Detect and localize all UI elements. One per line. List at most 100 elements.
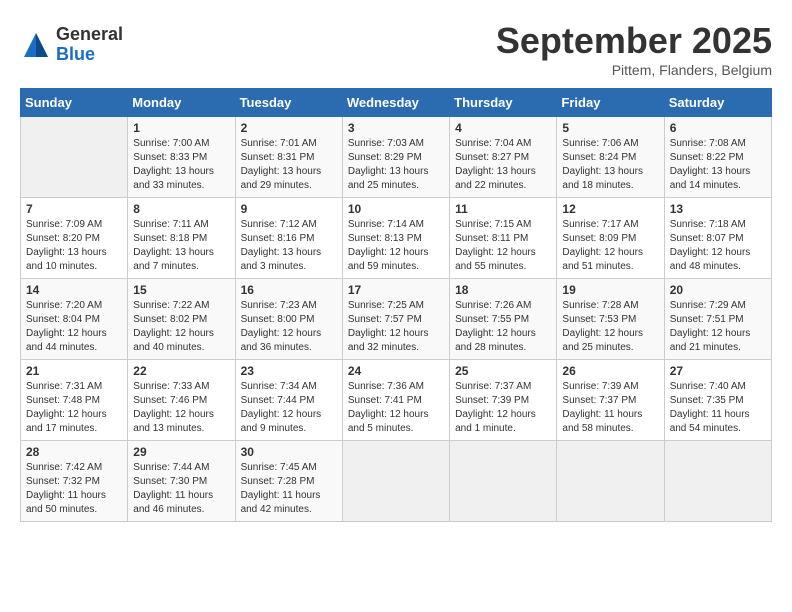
calendar-cell: 4 Sunrise: 7:04 AM Sunset: 8:27 PM Daylig… [450, 117, 557, 198]
calendar-cell: 29Sunrise: 7:44 AM Sunset: 7:30 PM Dayli… [128, 441, 235, 522]
day-number: 18 [455, 283, 551, 297]
day-number: 15 [133, 283, 229, 297]
day-info: Sunrise: 7:17 AM Sunset: 8:09 PM Dayligh… [562, 218, 658, 274]
calendar-cell [21, 117, 128, 198]
calendar-cell [450, 441, 557, 522]
calendar-week-3: 14Sunrise: 7:20 AM Sunset: 8:04 PM Dayli… [21, 279, 772, 360]
calendar-cell: 23Sunrise: 7:34 AM Sunset: 7:44 PM Dayli… [235, 360, 342, 441]
day-number: 10 [348, 202, 444, 216]
day-info: Sunrise: 7:04 AM Sunset: 8:27 PM Dayligh… [455, 137, 551, 193]
day-number: 27 [670, 364, 766, 378]
calendar-cell: 27 Sunrise: 7:40 AM Sunset: 7:35 PM Dayli… [664, 360, 771, 441]
day-info: Sunrise: 7:26 AM Sunset: 7:55 PM Dayligh… [455, 299, 551, 355]
day-number: 29 [133, 445, 229, 459]
calendar-cell [664, 441, 771, 522]
calendar-cell: 1 Sunrise: 7:00 AM Sunset: 8:33 PM Daylig… [128, 117, 235, 198]
day-info: Sunrise: 7:39 AM Sunset: 7:37 PM Dayligh… [562, 380, 658, 436]
day-info: Sunrise: 7:11 AM Sunset: 8:18 PM Dayligh… [133, 218, 229, 274]
page-header: General Blue September 2025 Pittem, Flan… [20, 20, 772, 78]
day-info: Sunrise: 7:29 AM Sunset: 7:51 PM Dayligh… [670, 299, 766, 355]
calendar-cell: 30 Sunrise: 7:45 AM Sunset: 7:28 PM Dayli… [235, 441, 342, 522]
day-number: 24 [348, 364, 444, 378]
day-number: 30 [241, 445, 337, 459]
day-info: Sunrise: 7:37 AM Sunset: 7:39 PM Dayligh… [455, 380, 551, 436]
calendar-cell: 14Sunrise: 7:20 AM Sunset: 8:04 PM Dayli… [21, 279, 128, 360]
calendar-cell: 5 Sunrise: 7:06 AM Sunset: 8:24 PM Daylig… [557, 117, 664, 198]
day-info: Sunrise: 7:12 AM Sunset: 8:16 PM Dayligh… [241, 218, 337, 274]
calendar-cell [342, 441, 449, 522]
day-info: Sunrise: 7:00 AM Sunset: 8:33 PM Dayligh… [133, 137, 229, 193]
header-cell-saturday: Saturday [664, 89, 771, 117]
calendar-cell: 21 Sunrise: 7:31 AM Sunset: 7:48 PM Dayli… [21, 360, 128, 441]
calendar-cell: 26Sunrise: 7:39 AM Sunset: 7:37 PM Dayli… [557, 360, 664, 441]
location-subtitle: Pittem, Flanders, Belgium [496, 62, 772, 78]
day-number: 7 [26, 202, 122, 216]
calendar-cell: 8 Sunrise: 7:11 AM Sunset: 8:18 PM Daylig… [128, 198, 235, 279]
calendar-cell: 15 Sunrise: 7:22 AM Sunset: 8:02 PM Dayli… [128, 279, 235, 360]
header-cell-tuesday: Tuesday [235, 89, 342, 117]
day-number: 21 [26, 364, 122, 378]
day-number: 1 [133, 121, 229, 135]
calendar-cell: 9 Sunrise: 7:12 AM Sunset: 8:16 PM Daylig… [235, 198, 342, 279]
calendar-cell: 19 Sunrise: 7:28 AM Sunset: 7:53 PM Dayli… [557, 279, 664, 360]
calendar-cell: 3Sunrise: 7:03 AM Sunset: 8:29 PM Daylig… [342, 117, 449, 198]
calendar-cell: 25 Sunrise: 7:37 AM Sunset: 7:39 PM Dayli… [450, 360, 557, 441]
calendar-cell: 13 Sunrise: 7:18 AM Sunset: 8:07 PM Dayli… [664, 198, 771, 279]
day-info: Sunrise: 7:08 AM Sunset: 8:22 PM Dayligh… [670, 137, 766, 193]
header-cell-wednesday: Wednesday [342, 89, 449, 117]
calendar-cell: 16 Sunrise: 7:23 AM Sunset: 8:00 PM Dayli… [235, 279, 342, 360]
day-info: Sunrise: 7:09 AM Sunset: 8:20 PM Dayligh… [26, 218, 122, 274]
header-cell-sunday: Sunday [21, 89, 128, 117]
day-info: Sunrise: 7:22 AM Sunset: 8:02 PM Dayligh… [133, 299, 229, 355]
day-info: Sunrise: 7:45 AM Sunset: 7:28 PM Dayligh… [241, 461, 337, 517]
day-number: 13 [670, 202, 766, 216]
calendar-cell: 7 Sunrise: 7:09 AM Sunset: 8:20 PM Daylig… [21, 198, 128, 279]
day-number: 9 [241, 202, 337, 216]
day-info: Sunrise: 7:28 AM Sunset: 7:53 PM Dayligh… [562, 299, 658, 355]
header-row: SundayMondayTuesdayWednesdayThursdayFrid… [21, 89, 772, 117]
day-number: 25 [455, 364, 551, 378]
header-cell-friday: Friday [557, 89, 664, 117]
day-info: Sunrise: 7:34 AM Sunset: 7:44 PM Dayligh… [241, 380, 337, 436]
day-number: 16 [241, 283, 337, 297]
day-number: 17 [348, 283, 444, 297]
title-block: September 2025 Pittem, Flanders, Belgium [496, 20, 772, 78]
day-info: Sunrise: 7:23 AM Sunset: 8:00 PM Dayligh… [241, 299, 337, 355]
calendar-cell: 28Sunrise: 7:42 AM Sunset: 7:32 PM Dayli… [21, 441, 128, 522]
logo-general-text: General [56, 25, 123, 45]
day-info: Sunrise: 7:03 AM Sunset: 8:29 PM Dayligh… [348, 137, 444, 193]
day-number: 12 [562, 202, 658, 216]
day-info: Sunrise: 7:40 AM Sunset: 7:35 PM Dayligh… [670, 380, 766, 436]
day-number: 2 [241, 121, 337, 135]
day-number: 11 [455, 202, 551, 216]
day-number: 5 [562, 121, 658, 135]
day-info: Sunrise: 7:36 AM Sunset: 7:41 PM Dayligh… [348, 380, 444, 436]
day-number: 19 [562, 283, 658, 297]
calendar-cell: 22 Sunrise: 7:33 AM Sunset: 7:46 PM Dayli… [128, 360, 235, 441]
month-title: September 2025 [496, 20, 772, 62]
day-info: Sunrise: 7:25 AM Sunset: 7:57 PM Dayligh… [348, 299, 444, 355]
day-number: 8 [133, 202, 229, 216]
day-info: Sunrise: 7:33 AM Sunset: 7:46 PM Dayligh… [133, 380, 229, 436]
day-info: Sunrise: 7:18 AM Sunset: 8:07 PM Dayligh… [670, 218, 766, 274]
day-info: Sunrise: 7:06 AM Sunset: 8:24 PM Dayligh… [562, 137, 658, 193]
calendar-table: SundayMondayTuesdayWednesdayThursdayFrid… [20, 88, 772, 522]
calendar-cell: 2Sunrise: 7:01 AM Sunset: 8:31 PM Daylig… [235, 117, 342, 198]
calendar-week-2: 7 Sunrise: 7:09 AM Sunset: 8:20 PM Daylig… [21, 198, 772, 279]
day-info: Sunrise: 7:42 AM Sunset: 7:32 PM Dayligh… [26, 461, 122, 517]
day-number: 4 [455, 121, 551, 135]
calendar-week-1: 1 Sunrise: 7:00 AM Sunset: 8:33 PM Daylig… [21, 117, 772, 198]
day-number: 14 [26, 283, 122, 297]
day-number: 22 [133, 364, 229, 378]
day-number: 6 [670, 121, 766, 135]
logo-icon [20, 29, 52, 61]
calendar-week-4: 21 Sunrise: 7:31 AM Sunset: 7:48 PM Dayli… [21, 360, 772, 441]
calendar-cell: 20Sunrise: 7:29 AM Sunset: 7:51 PM Dayli… [664, 279, 771, 360]
day-info: Sunrise: 7:31 AM Sunset: 7:48 PM Dayligh… [26, 380, 122, 436]
calendar-cell [557, 441, 664, 522]
logo-blue-text: Blue [56, 45, 123, 65]
calendar-week-5: 28Sunrise: 7:42 AM Sunset: 7:32 PM Dayli… [21, 441, 772, 522]
calendar-cell: 10Sunrise: 7:14 AM Sunset: 8:13 PM Dayli… [342, 198, 449, 279]
calendar-cell: 24 Sunrise: 7:36 AM Sunset: 7:41 PM Dayli… [342, 360, 449, 441]
calendar-cell: 11Sunrise: 7:15 AM Sunset: 8:11 PM Dayli… [450, 198, 557, 279]
